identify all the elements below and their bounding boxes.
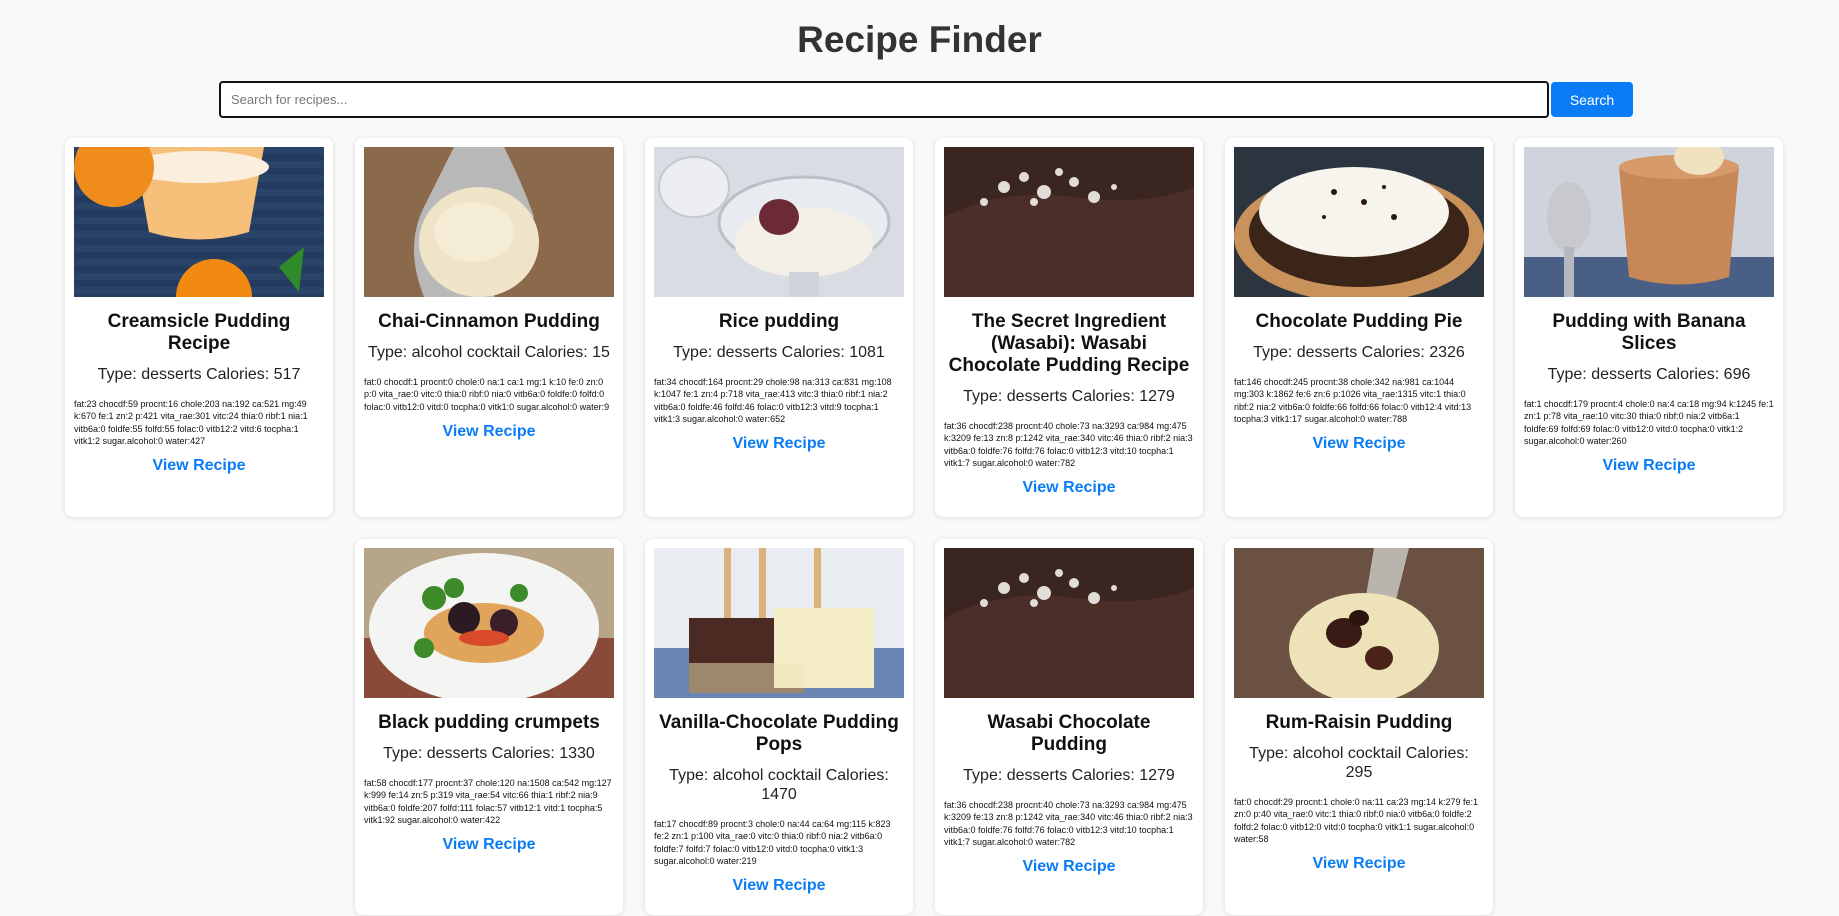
recipe-nutrients: fat:0 chocdf:1 procnt:0 chole:0 na:1 ca:… — [364, 377, 610, 412]
creamsicle-pudding-photo — [74, 147, 324, 297]
recipe-nutrients: fat:36 chocdf:238 procnt:40 chole:73 na:… — [944, 800, 1193, 848]
recipe-meta: Type: desserts Calories: 1279 — [963, 767, 1175, 785]
view-recipe-link[interactable]: View Recipe — [1602, 457, 1695, 475]
view-recipe-link[interactable]: View Recipe — [732, 877, 825, 895]
recipe-card: Creamsicle Pudding Recipe Type: desserts… — [65, 138, 333, 518]
rice-pudding-photo — [654, 147, 904, 297]
recipe-card: Chocolate Pudding Pie Type: desserts Cal… — [1225, 138, 1493, 518]
recipe-card: Wasabi Chocolate Pudding Type: desserts … — [935, 539, 1203, 916]
pudding-pops-photo — [654, 548, 904, 699]
chai-pudding-photo — [364, 147, 614, 297]
recipe-meta: Type: desserts Calories: 517 — [97, 366, 301, 383]
recipe-title: Chai-Cinnamon Pudding — [378, 311, 600, 332]
chocolate-pie-photo — [1234, 147, 1484, 297]
rum-raisin-photo — [1234, 548, 1484, 699]
wasabi-chocolate-photo — [944, 548, 1194, 699]
recipe-card: Rum-Raisin Pudding Type: alcohol cocktai… — [1225, 539, 1493, 916]
recipe-card: Chai-Cinnamon Pudding Type: alcohol cock… — [355, 138, 623, 518]
recipe-nutrients: fat:36 chocdf:238 procnt:40 chole:73 na:… — [944, 421, 1193, 468]
recipe-card: Vanilla-Chocolate Pudding Pops Type: alc… — [645, 539, 913, 916]
recipe-title: Black pudding crumpets — [378, 712, 600, 734]
recipe-meta: Type: desserts Calories: 696 — [1547, 366, 1751, 383]
recipe-meta: Type: desserts Calories: 1279 — [963, 388, 1175, 405]
view-recipe-link[interactable]: View Recipe — [732, 435, 825, 453]
recipe-meta: Type: desserts Calories: 1081 — [673, 344, 885, 361]
recipe-nutrients: fat:17 chocdf:89 procnt:3 chole:0 na:44 … — [654, 819, 891, 867]
recipe-title: Pudding with Banana Slices — [1552, 311, 1746, 354]
recipe-title: Rum-Raisin Pudding — [1265, 712, 1453, 734]
view-recipe-link[interactable]: View Recipe — [1022, 858, 1115, 876]
recipe-meta: Type: alcohol cocktail Calories: 295 — [1249, 745, 1469, 782]
view-recipe-link[interactable]: View Recipe — [1022, 479, 1115, 497]
black-pudding-photo — [364, 548, 614, 699]
banana-pudding-photo — [1524, 147, 1774, 297]
search-input[interactable] — [219, 81, 1549, 118]
recipe-title: Wasabi Chocolate Pudding — [987, 712, 1151, 756]
search-bar: Search — [219, 81, 1633, 118]
recipe-nutrients: fat:1 chocdf:179 procnt:4 chole:0 na:4 c… — [1524, 399, 1774, 446]
recipe-card: Pudding with Banana Slices Type: dessert… — [1515, 138, 1783, 518]
recipe-nutrients: fat:0 chocdf:29 procnt:1 chole:0 na:11 c… — [1234, 797, 1478, 845]
recipe-meta: Type: desserts Calories: 2326 — [1253, 344, 1465, 361]
recipe-nutrients: fat:146 chocdf:245 procnt:38 chole:342 n… — [1234, 377, 1472, 424]
recipe-meta: Type: alcohol cocktail Calories: 15 — [368, 344, 610, 361]
recipe-grid: Creamsicle Pudding Recipe Type: desserts… — [64, 138, 1784, 916]
recipe-title: Vanilla-Chocolate Pudding Pops — [659, 712, 899, 756]
recipe-card: Black pudding crumpets Type: desserts Ca… — [355, 539, 623, 916]
recipe-title: Creamsicle Pudding Recipe — [107, 311, 291, 354]
recipe-meta: Type: desserts Calories: 1330 — [383, 745, 595, 763]
view-recipe-link[interactable]: View Recipe — [152, 457, 245, 475]
recipe-nutrients: fat:34 chocdf:164 procnt:29 chole:98 na:… — [654, 377, 892, 424]
recipe-card: The Secret Ingredient (Wasabi): Wasabi C… — [935, 138, 1203, 518]
recipe-title: The Secret Ingredient (Wasabi): Wasabi C… — [948, 311, 1190, 376]
view-recipe-link[interactable]: View Recipe — [1312, 435, 1405, 453]
search-button[interactable]: Search — [1551, 82, 1633, 117]
page-title: Recipe Finder — [797, 19, 1042, 60]
recipe-meta: Type: alcohol cocktail Calories: 1470 — [669, 767, 889, 804]
recipe-card: Rice pudding Type: desserts Calories: 10… — [645, 138, 913, 518]
recipe-nutrients: fat:23 chocdf:59 procnt:16 chole:203 na:… — [74, 399, 308, 446]
recipe-title: Rice pudding — [718, 311, 840, 332]
view-recipe-link[interactable]: View Recipe — [442, 836, 535, 854]
recipe-title: Chocolate Pudding Pie — [1255, 311, 1463, 332]
view-recipe-link[interactable]: View Recipe — [442, 423, 535, 441]
recipe-nutrients: fat:58 chocdf:177 procnt:37 chole:120 na… — [364, 778, 612, 826]
view-recipe-link[interactable]: View Recipe — [1312, 855, 1405, 873]
wasabi-chocolate-photo — [944, 147, 1194, 297]
